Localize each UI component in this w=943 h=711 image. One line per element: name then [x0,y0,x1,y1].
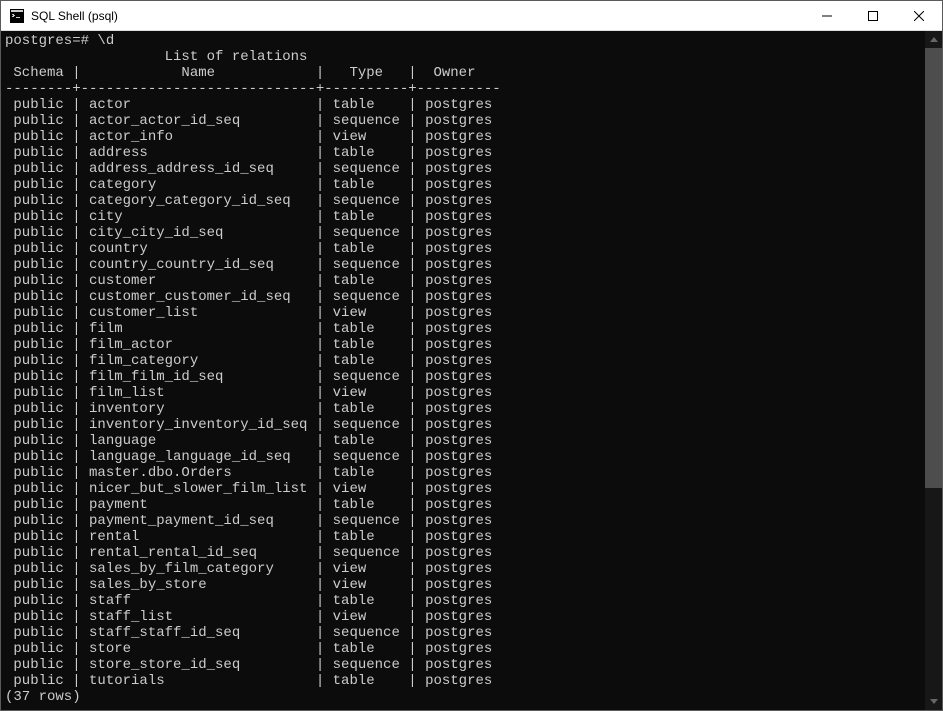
scrollbar[interactable] [925,31,942,710]
window-title: SQL Shell (psql) [31,9,804,23]
window-controls [804,1,942,30]
minimize-button[interactable] [804,1,850,30]
titlebar[interactable]: SQL Shell (psql) [1,1,942,31]
app-window: SQL Shell (psql) postgres=# \d List of r… [0,0,943,711]
terminal-output[interactable]: postgres=# \d List of relations Schema |… [1,31,925,710]
scroll-down-button[interactable] [925,693,942,710]
terminal-area: postgres=# \d List of relations Schema |… [1,31,942,710]
app-icon [9,8,25,24]
scroll-up-button[interactable] [925,31,942,48]
maximize-button[interactable] [850,1,896,30]
scroll-thumb[interactable] [925,48,942,488]
close-button[interactable] [896,1,942,30]
scroll-track[interactable] [925,48,942,693]
